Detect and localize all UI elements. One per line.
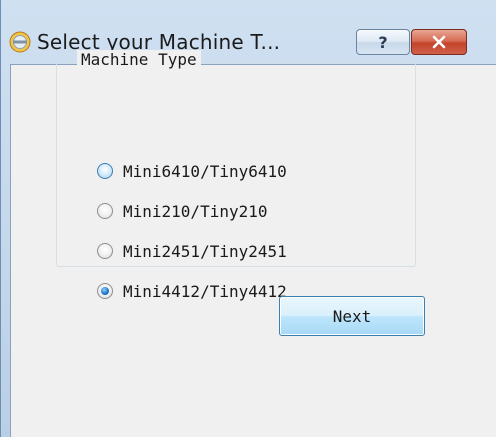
next-button[interactable]: Next [279, 296, 425, 336]
close-icon [432, 35, 446, 49]
radio-option-mini6410[interactable]: Mini6410/Tiny6410 [97, 159, 287, 183]
radio-label-mini210: Mini210/Tiny210 [123, 201, 268, 221]
close-button[interactable] [411, 29, 467, 55]
radio-button-mini210[interactable] [97, 203, 113, 219]
title-bar[interactable]: Select your Machine T... ? [1, 0, 496, 62]
dialog-window: Select your Machine T... ? Machine Type … [0, 0, 496, 437]
radio-option-mini210[interactable]: Mini210/Tiny210 [97, 199, 268, 223]
radio-button-mini2451[interactable] [97, 243, 113, 259]
radio-label-mini6410: Mini6410/Tiny6410 [123, 161, 287, 181]
radio-label-mini4412: Mini4412/Tiny4412 [123, 281, 287, 301]
radio-option-mini2451[interactable]: Mini2451/Tiny2451 [97, 239, 287, 263]
radio-label-mini2451: Mini2451/Tiny2451 [123, 241, 287, 261]
app-icon [9, 31, 31, 53]
radio-option-mini4412[interactable]: Mini4412/Tiny4412 [97, 279, 287, 303]
help-button[interactable]: ? [356, 29, 410, 55]
radio-button-mini4412[interactable] [97, 283, 113, 299]
group-title: Machine Type [77, 50, 201, 69]
help-icon: ? [378, 32, 388, 52]
radio-button-mini6410[interactable] [97, 163, 113, 179]
